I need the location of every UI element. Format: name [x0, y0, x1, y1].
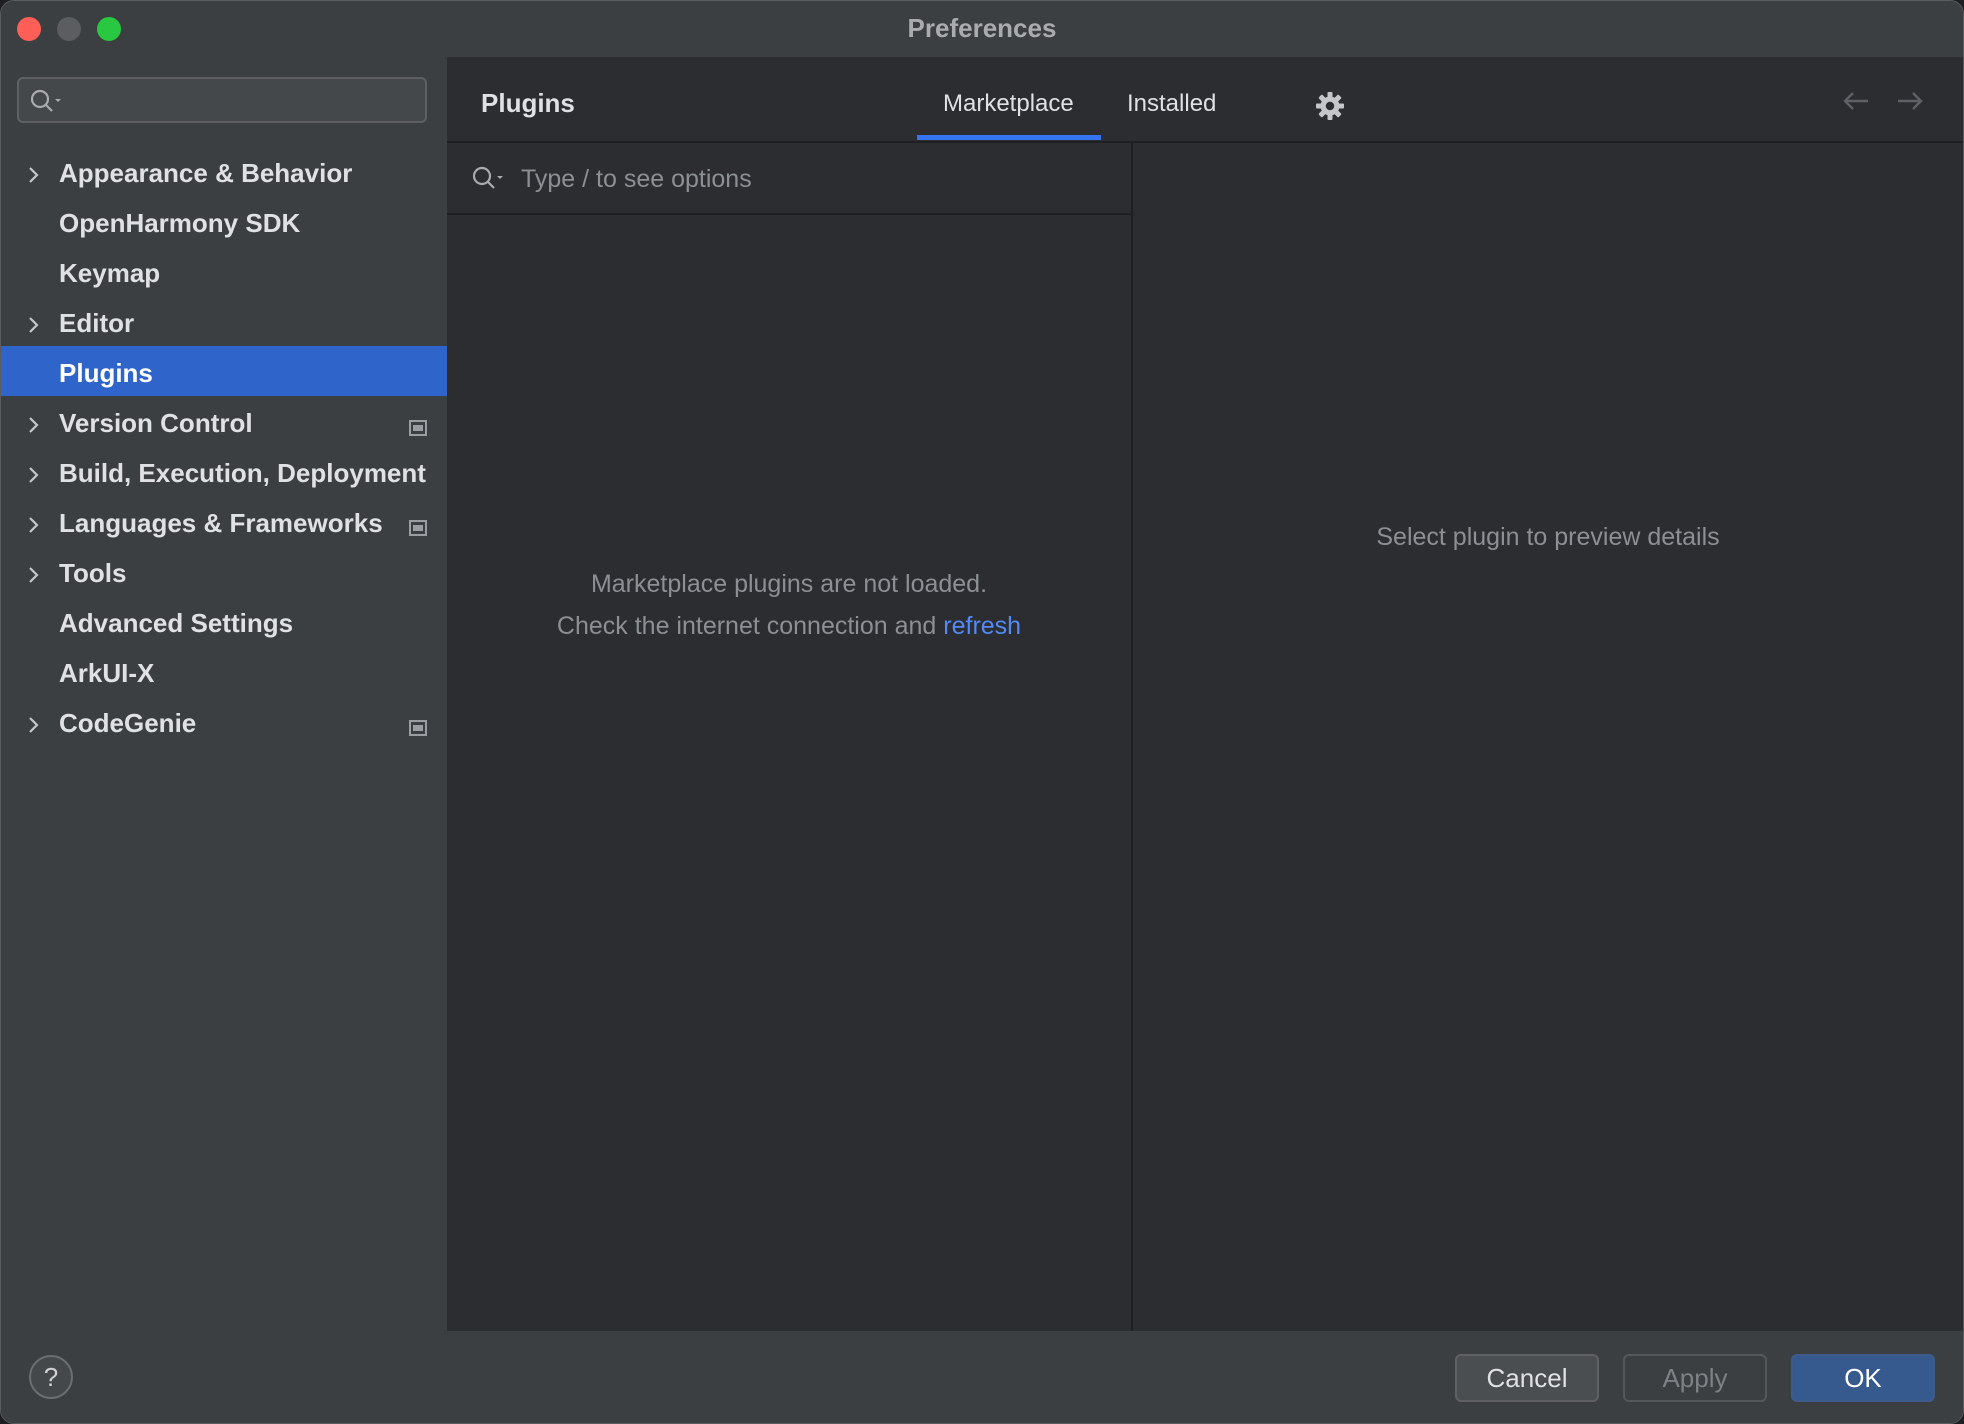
empty-state-message: Marketplace plugins are not loaded. Chec…	[447, 563, 1131, 647]
plugin-list-pane: Type / to see options Marketplace plugin…	[447, 143, 1133, 1331]
chevron-right-icon[interactable]	[27, 711, 41, 742]
sidebar-item-label: Build, Execution, Deployment	[59, 458, 426, 488]
sidebar-item-label: Version Control	[59, 408, 253, 438]
empty-state-text: Check the internet connection and	[556, 612, 937, 640]
sidebar-item-label: OpenHarmony SDK	[59, 208, 301, 238]
search-icon	[29, 88, 63, 119]
settings-sidebar: Appearance & Behavior OpenHarmony SDK Ke…	[1, 57, 447, 1331]
plugin-search-input[interactable]: Type / to see options	[447, 143, 1131, 215]
sidebar-item-version-control[interactable]: Version Control	[1, 396, 447, 446]
chevron-right-icon[interactable]	[27, 561, 41, 592]
sidebar-item-label: Languages & Frameworks	[59, 508, 383, 538]
preferences-window: Preferences Appearance & Behavior OpenHa…	[0, 0, 1964, 1424]
detail-placeholder-message: Select plugin to preview details	[1376, 523, 1720, 551]
sidebar-item-label: Keymap	[59, 258, 161, 288]
arrow-right-icon[interactable]	[1895, 89, 1925, 118]
refresh-link[interactable]: refresh	[943, 612, 1021, 640]
sidebar-item-arkui-x[interactable]: ArkUI-X	[1, 646, 447, 696]
sidebar-item-openharmony-sdk[interactable]: OpenHarmony SDK	[1, 196, 447, 246]
sidebar-item-label: Appearance & Behavior	[59, 158, 353, 188]
arrow-left-icon[interactable]	[1841, 89, 1871, 118]
tab-marketplace[interactable]: Marketplace	[943, 90, 1074, 118]
apply-button[interactable]: Apply	[1623, 1354, 1767, 1402]
chevron-right-icon[interactable]	[27, 461, 41, 492]
sidebar-item-label: Plugins	[59, 358, 153, 388]
chevron-right-icon[interactable]	[27, 161, 41, 192]
empty-state-line-1: Marketplace plugins are not loaded.	[590, 570, 988, 598]
sidebar-item-languages-frameworks[interactable]: Languages & Frameworks	[1, 496, 447, 546]
sidebar-item-label: Tools	[59, 558, 127, 588]
sidebar-item-label: Advanced Settings	[59, 608, 294, 638]
sidebar-item-plugins[interactable]: Plugins	[1, 346, 447, 396]
settings-tree: Appearance & Behavior OpenHarmony SDK Ke…	[1, 146, 447, 746]
gear-icon[interactable]	[1315, 91, 1345, 126]
sidebar-item-tools[interactable]: Tools	[1, 546, 447, 596]
tab-installed[interactable]: Installed	[1127, 90, 1216, 118]
sidebar-item-build-execution-deployment[interactable]: Build, Execution, Deployment	[1, 446, 447, 496]
search-icon	[471, 165, 505, 196]
empty-state-line-2: Check the internet connection and refres…	[447, 605, 1131, 647]
settings-search-input[interactable]	[17, 77, 427, 123]
sidebar-item-label: CodeGenie	[59, 708, 197, 738]
project-settings-icon	[409, 512, 427, 543]
sidebar-item-label: ArkUI-X	[59, 658, 155, 688]
sidebar-item-label: Editor	[59, 308, 135, 338]
sidebar-item-keymap[interactable]: Keymap	[1, 246, 447, 296]
plugins-header: Plugins Marketplace Installed	[447, 57, 1963, 143]
page-title: Plugins	[481, 88, 575, 118]
chevron-right-icon[interactable]	[27, 411, 41, 442]
help-button[interactable]: ?	[29, 1355, 73, 1399]
chevron-right-icon[interactable]	[27, 511, 41, 542]
project-settings-icon	[409, 712, 427, 743]
window-title: Preferences	[907, 13, 1057, 43]
ok-button[interactable]: OK	[1791, 1354, 1935, 1402]
title-bar: Preferences	[1, 1, 1963, 57]
project-settings-icon	[409, 412, 427, 443]
search-placeholder: Type / to see options	[521, 165, 752, 193]
dialog-footer: ? Cancel Apply OK	[1, 1331, 1963, 1423]
sidebar-item-appearance-behavior[interactable]: Appearance & Behavior	[1, 146, 447, 196]
sidebar-item-editor[interactable]: Editor	[1, 296, 447, 346]
active-tab-indicator	[917, 135, 1101, 140]
sidebar-item-advanced-settings[interactable]: Advanced Settings	[1, 596, 447, 646]
plugin-detail-pane: Select plugin to preview details	[1133, 143, 1963, 1331]
sidebar-item-codegenie[interactable]: CodeGenie	[1, 696, 447, 746]
plugins-panel: Plugins Marketplace Installed Type / to …	[447, 57, 1963, 1331]
chevron-right-icon[interactable]	[27, 311, 41, 342]
cancel-button[interactable]: Cancel	[1455, 1354, 1599, 1402]
